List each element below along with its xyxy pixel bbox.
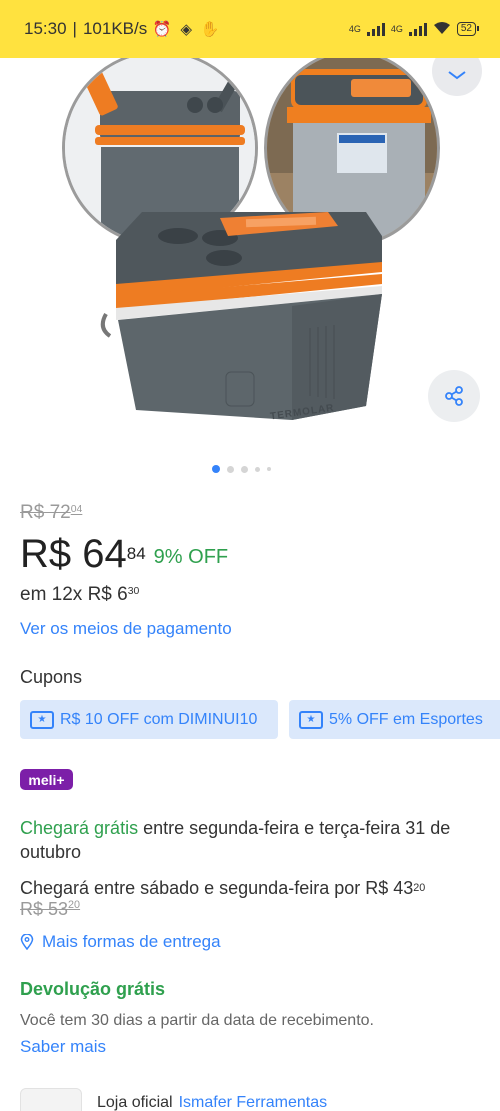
discount-badge: 9% OFF — [153, 546, 229, 568]
product-image-cooler — [100, 212, 382, 420]
network-speed: 101KB/s — [82, 19, 148, 38]
current-price-row: R$ 6484 9% OFF — [20, 534, 228, 574]
product-gallery[interactable]: TERMOLAR — [0, 58, 500, 458]
share-button[interactable] — [428, 370, 480, 422]
coupon-tag-icon: ★ — [30, 710, 54, 729]
signal-icon-1 — [366, 22, 385, 36]
free-return-title: Devolução grátis — [20, 979, 166, 999]
status-time: 15:30 — [24, 19, 67, 38]
store-name-link[interactable]: Ismafer Ferramentas — [179, 1094, 327, 1111]
free-shipping-info: Chegará grátis entre segunda-feira e ter… — [20, 818, 451, 862]
pagination-dot[interactable] — [227, 465, 234, 473]
signal-icon-2 — [408, 22, 427, 36]
share-icon — [445, 386, 463, 406]
coupon-tag-icon: ★ — [299, 710, 323, 729]
gallery-pagination — [212, 465, 271, 473]
official-store-row: Loja oficial Ismafer Ferramentas — [97, 1094, 327, 1111]
free-return-text: Você tem 30 dias a partir da data de rec… — [20, 1012, 374, 1029]
alarm-icon: ⏰ — [152, 21, 172, 38]
more-delivery-link[interactable]: Mais formas de entrega — [20, 932, 221, 952]
current-price: R$ 6484 — [20, 532, 146, 576]
coupon-label: R$ 10 OFF com DIMINUI10 — [60, 710, 258, 728]
payment-methods-link[interactable]: Ver os meios de pagamento — [20, 619, 232, 639]
meli-plus-badge: meli+ — [20, 769, 73, 790]
gesture-icon: ✋ — [200, 21, 220, 38]
pagination-dot[interactable] — [267, 467, 271, 471]
app-notification-icon: ◈ — [180, 21, 192, 38]
official-store-label: Loja oficial — [97, 1094, 173, 1111]
status-right: 4G 4G 52 — [348, 21, 480, 38]
pagination-dot[interactable] — [241, 465, 248, 473]
chevron-down-icon — [448, 71, 466, 80]
store-logo[interactable] — [20, 1088, 82, 1111]
paid-shipping-info: Chegará entre sábado e segunda-feira por… — [20, 878, 426, 898]
status-bar: 15:30 | 101KB/s ⏰ ◈ ✋ 4G 4G 52 — [0, 0, 500, 58]
pagination-dot[interactable] — [255, 466, 260, 472]
coupon-chip[interactable]: ★ 5% OFF em Esportes — [289, 700, 500, 739]
network-type-2: 4G — [390, 24, 403, 34]
learn-more-link[interactable]: Saber mais — [20, 1037, 106, 1057]
battery-icon: 52 — [456, 22, 480, 36]
network-type-1: 4G — [348, 24, 361, 34]
paid-shipping-old-price: R$ 5320 — [20, 899, 81, 919]
installments: em 12x R$ 630 — [20, 584, 140, 605]
coupon-label: 5% OFF em Esportes — [329, 710, 483, 728]
coupons-title: Cupons — [20, 667, 83, 687]
original-price: R$ 7204 — [20, 502, 83, 523]
pagination-dot[interactable] — [212, 465, 220, 473]
status-left: 15:30 | 101KB/s ⏰ ◈ ✋ — [24, 19, 220, 38]
location-pin-icon — [20, 934, 34, 950]
favorite-button[interactable] — [432, 58, 482, 96]
coupon-chip[interactable]: ★ R$ 10 OFF com DIMINUI10 — [20, 700, 278, 739]
wifi-icon — [433, 21, 451, 38]
